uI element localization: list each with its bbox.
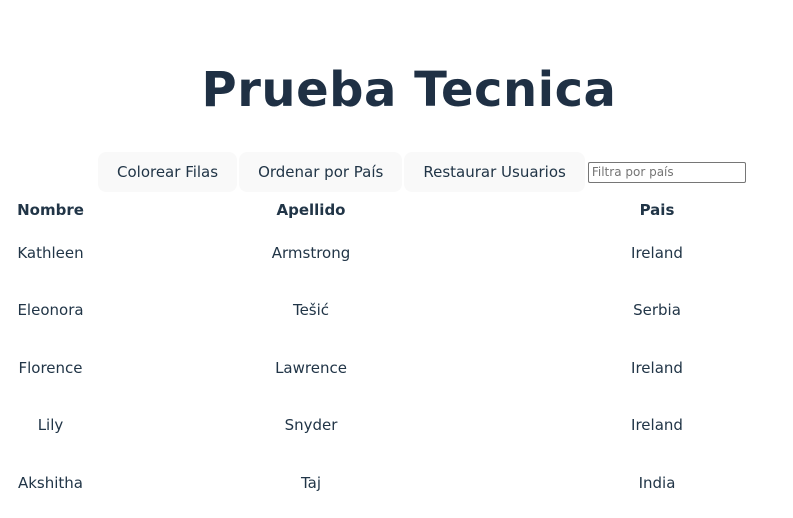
cell-country: Ireland (631, 358, 683, 377)
users-table-header: Nombre Apellido Pais (0, 196, 793, 224)
users-table-body: Kathleen Armstrong Ireland Eleonora Teši… (0, 224, 793, 512)
cell-last-name: Taj (300, 473, 322, 492)
country-filter-input[interactable] (587, 161, 746, 183)
table-row: Akshitha Taj India (0, 454, 793, 512)
header-row: Nombre Apellido Pais (0, 196, 793, 224)
table-row: Eleonora Tešić Serbia (0, 282, 793, 340)
controls-bar: Colorear Filas Ordenar por País Restaura… (98, 152, 746, 192)
cell-last-name: Tešić (292, 301, 330, 320)
cell-country: Serbia (633, 301, 681, 320)
header-last-name: Apellido (276, 201, 346, 219)
cell-last-name: Lawrence (275, 358, 347, 377)
cell-first-name: Lily (37, 416, 64, 435)
table-row: Florence Lawrence Ireland (0, 339, 793, 397)
table-row: Kathleen Armstrong Ireland (0, 224, 793, 282)
cell-first-name: Eleonora (17, 301, 84, 320)
cell-first-name: Akshitha (17, 473, 84, 492)
cell-country: India (638, 473, 676, 492)
page-title: Prueba Tecnica (201, 62, 617, 118)
cell-last-name: Armstrong (271, 243, 351, 262)
sort-by-country-button[interactable]: Ordenar por País (239, 152, 403, 192)
cell-first-name: Kathleen (17, 243, 84, 262)
users-table: Nombre Apellido Pais Kathleen Armstrong … (0, 196, 793, 512)
color-rows-button[interactable]: Colorear Filas (98, 152, 238, 192)
cell-last-name: Snyder (284, 416, 338, 435)
header-first-name: Nombre (17, 201, 84, 219)
cell-first-name: Florence (18, 358, 83, 377)
table-row: Lily Snyder Ireland (0, 397, 793, 455)
header-country: Pais (639, 201, 675, 219)
restore-users-button[interactable]: Restaurar Usuarios (404, 152, 585, 192)
cell-country: Ireland (631, 416, 683, 435)
cell-country: Ireland (631, 243, 683, 262)
